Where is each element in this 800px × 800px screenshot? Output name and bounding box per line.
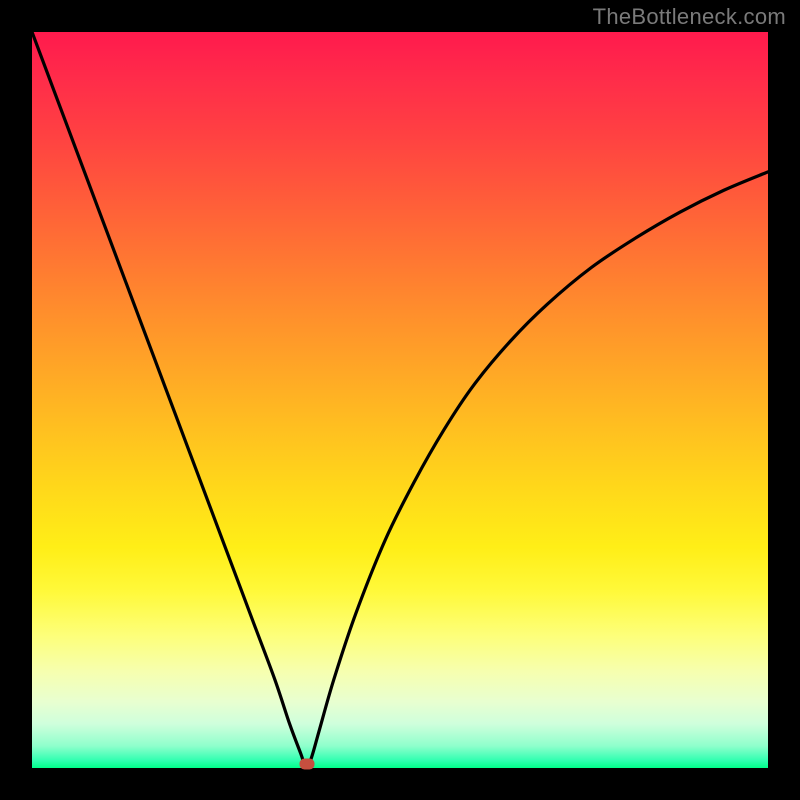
watermark-text: TheBottleneck.com bbox=[593, 4, 786, 30]
chart-frame: TheBottleneck.com bbox=[0, 0, 800, 800]
bottleneck-curve bbox=[32, 32, 768, 768]
plot-area bbox=[32, 32, 768, 768]
curve-svg bbox=[32, 32, 768, 768]
bottleneck-marker bbox=[299, 759, 314, 770]
